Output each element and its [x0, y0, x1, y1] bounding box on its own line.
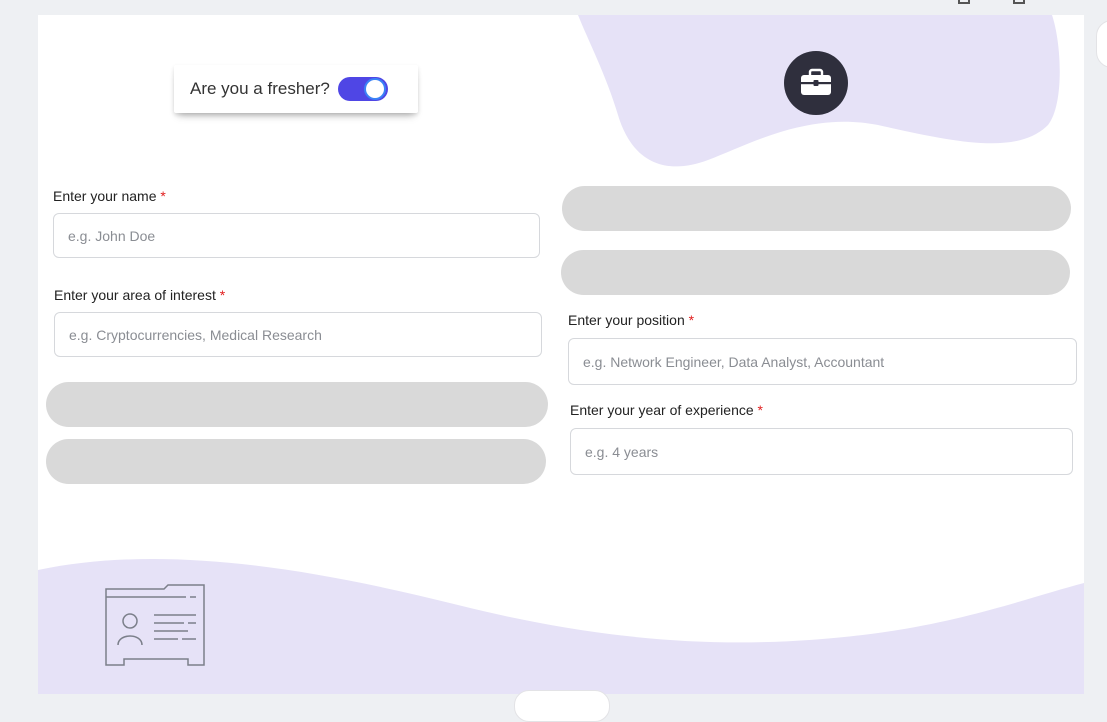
name-input[interactable]	[53, 213, 540, 258]
briefcase-icon	[801, 68, 831, 95]
loading-placeholder-bar	[562, 186, 1071, 231]
bottom-tab-button[interactable]	[514, 690, 610, 722]
position-input[interactable]	[568, 338, 1077, 385]
briefcase-badge	[784, 51, 848, 115]
name-label: Enter your name *	[53, 188, 166, 204]
loading-placeholder-bar	[46, 439, 546, 484]
fresher-toggle-label: Are you a fresher?	[190, 79, 330, 98]
position-label: Enter your position *	[568, 312, 695, 328]
experience-input[interactable]	[570, 428, 1073, 475]
window-control-icon[interactable]	[1013, 0, 1025, 4]
id-card-icon	[105, 584, 205, 666]
interest-input[interactable]	[54, 312, 542, 357]
fresher-toggle-switch[interactable]	[337, 77, 388, 101]
form-card: Are you a fresher? Enter your name * Ent…	[38, 15, 1084, 694]
loading-placeholder-bar	[561, 250, 1070, 295]
window-control-icon[interactable]	[958, 0, 970, 4]
loading-placeholder-bar	[46, 382, 548, 427]
interest-label: Enter your area of interest *	[54, 287, 226, 303]
fresher-toggle-card: Are you a fresher?	[174, 65, 418, 113]
toggle-knob	[363, 78, 386, 100]
experience-label: Enter your year of experience *	[570, 402, 763, 418]
side-panel-button[interactable]	[1096, 20, 1107, 68]
